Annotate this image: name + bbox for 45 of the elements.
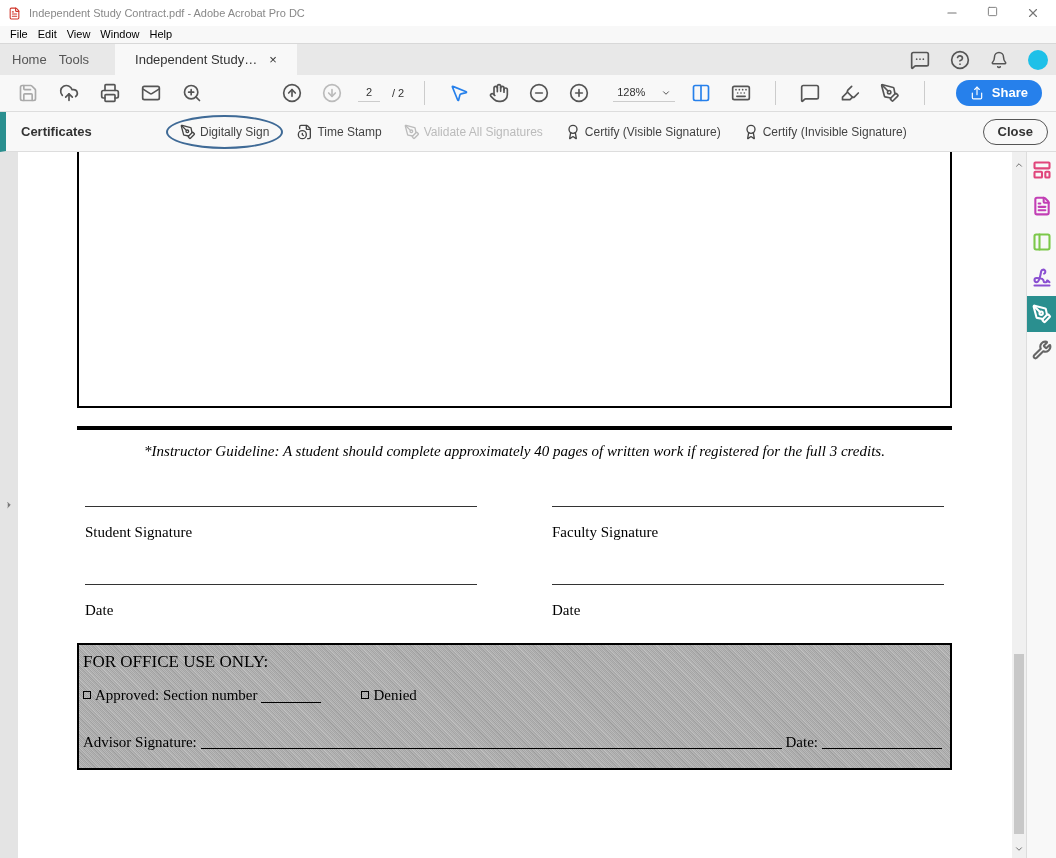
tab[interactable]: Tools	[52, 44, 96, 75]
window-title: Independent Study Contract.pdf - Adobe Acrobat Pro DC	[29, 5, 305, 21]
scroll-up-icon[interactable]	[1014, 160, 1024, 170]
maximize-icon[interactable]	[987, 6, 998, 17]
pdf-file-icon	[8, 6, 21, 20]
help-icon[interactable]	[950, 49, 970, 70]
approved-label: Approved: Section number	[95, 686, 258, 705]
pen-nib-icon	[1031, 304, 1052, 324]
signature-label: Faculty Signature	[552, 523, 659, 540]
page-number-field[interactable]: 2	[358, 84, 380, 102]
certificates-title: Certificates	[21, 122, 93, 141]
certificate-action[interactable]: Digitally Sign	[166, 114, 284, 149]
certificate-action[interactable]: Certify (Visible Signature)	[556, 114, 729, 149]
date-label: Date:	[785, 732, 818, 752]
tool-panel-button[interactable]	[1027, 296, 1056, 332]
menu-item[interactable]: Edit	[37, 26, 57, 43]
comment-icon[interactable]	[910, 49, 930, 70]
share-button[interactable]: Share	[955, 80, 1042, 106]
zoom-dropdown[interactable]: 128%	[613, 84, 676, 102]
bell-icon[interactable]	[990, 50, 1008, 69]
signature-label: Student Signature	[85, 523, 193, 540]
clock-file-icon	[297, 123, 314, 140]
signature-label: Date	[85, 601, 114, 618]
tab[interactable]: Independent Study… ×	[115, 44, 297, 75]
denied-label: Denied	[373, 686, 417, 705]
certificate-action[interactable]: Certify (Invisible Signature)	[734, 114, 915, 149]
scrollbar-thumb[interactable]	[1014, 654, 1024, 834]
instructor-guideline: *Instructor Guideline: A student should complete approximately 40 pages of written work if registered for the full 3 credits.	[143, 442, 886, 461]
signature-label: Date	[552, 601, 581, 618]
certificate-action[interactable]: Time Stamp	[289, 114, 390, 149]
menu-item[interactable]: Window	[100, 26, 140, 43]
office-heading: FOR OFFICE USE ONLY:	[83, 650, 270, 673]
menu-item[interactable]: File	[10, 26, 28, 43]
scroll-down-icon[interactable]	[1014, 844, 1024, 854]
menu-item[interactable]: View	[66, 26, 91, 43]
page-total: / 2	[392, 85, 405, 101]
pen-nib-icon	[403, 123, 420, 140]
tab-close-button[interactable]: ×	[269, 49, 277, 70]
tab[interactable]: Home	[0, 44, 53, 75]
pen-nib-icon	[180, 123, 196, 140]
panel-expand-icon[interactable]	[4, 500, 14, 510]
close-icon[interactable]	[1026, 6, 1040, 20]
menu-item[interactable]: Help	[149, 26, 173, 43]
share-icon	[969, 86, 984, 100]
advisor-signature-label: Advisor Signature:	[83, 732, 197, 752]
